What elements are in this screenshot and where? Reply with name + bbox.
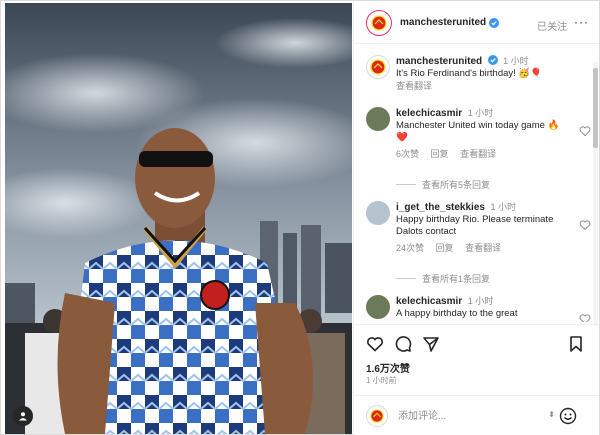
comment-text: Happy birthday Rio. Please terminate Dal… [396, 214, 554, 237]
caption-time: 1 小时 [503, 56, 529, 66]
bookmark-icon[interactable] [567, 335, 585, 353]
caption-username[interactable]: manchesterunited [396, 56, 482, 67]
post-modal: manchesterunited 已关注 ··· manchesterunite… [0, 0, 600, 435]
comment-username[interactable]: kelechicasmir [396, 108, 462, 119]
verified-icon [489, 17, 500, 28]
comment-reply-button[interactable]: 回复 [436, 243, 454, 253]
view-replies-label[interactable]: 查看所有1条回复 [422, 272, 490, 285]
comment-time: 1 小时 [467, 108, 494, 118]
comment-time: 1 小时 [490, 202, 516, 212]
view-replies-label[interactable]: 查看所有5条回复 [422, 178, 490, 191]
commenter-avatar[interactable] [366, 107, 390, 131]
more-options-button[interactable]: ··· [574, 15, 589, 29]
account-avatar[interactable] [366, 9, 392, 36]
heart-icon[interactable] [579, 313, 591, 322]
share-icon[interactable] [422, 335, 440, 353]
caption-translate-link[interactable]: 查看翻译 [396, 81, 432, 91]
comment-time: 1 小时 [467, 296, 494, 306]
comment-reply-button[interactable]: 回复 [431, 149, 449, 159]
caption-avatar[interactable] [366, 55, 390, 79]
comment-translate-link[interactable]: 查看翻译 [460, 149, 496, 159]
comment-likes[interactable]: 6次赞 [396, 149, 419, 159]
comment-username[interactable]: i_get_the_stekkies [396, 202, 485, 213]
post-side-panel: manchesterunited 已关注 ··· manchesterunite… [353, 2, 599, 435]
club-crest-icon [370, 409, 384, 423]
club-crest-icon [370, 59, 386, 75]
club-crest-icon [371, 14, 387, 31]
comments-scrollbar[interactable] [593, 62, 598, 326]
heart-icon[interactable] [579, 219, 591, 231]
post-timestamp: 1 小时前 [366, 376, 397, 385]
user-tag-icon [19, 412, 27, 421]
comment-text: A happy birthday to the great [396, 308, 518, 319]
comment-translate-link[interactable]: 查看翻译 [465, 243, 501, 253]
post-header: manchesterunited 已关注 ··· [354, 2, 599, 44]
following-button[interactable]: 已关注 [537, 18, 567, 33]
current-user-avatar [366, 405, 388, 427]
caption-row: manchesterunited 1 小时 It's Rio Ferdinand… [366, 51, 591, 97]
heart-icon[interactable] [579, 125, 591, 137]
replies-divider [396, 278, 416, 279]
heart-icon[interactable] [366, 335, 384, 353]
tagged-users-button[interactable] [13, 406, 33, 426]
comment-username[interactable]: kelechicasmir [396, 296, 462, 307]
replies-divider [396, 184, 416, 185]
resize-icon: ⬍ [548, 410, 555, 419]
comment-row: kelechicasmir 1 小时 A happy birthday to t… [366, 291, 591, 322]
comment-icon[interactable] [394, 335, 412, 353]
photo-illustration [5, 3, 352, 434]
comment-row: i_get_the_stekkies 1 小时 Happy birthday R… [366, 197, 591, 257]
add-comment-bar: ⬍ [354, 395, 599, 435]
scrollbar-thumb[interactable] [593, 68, 598, 148]
comments-list[interactable]: manchesterunited 1 小时 It's Rio Ferdinand… [354, 45, 599, 322]
comment-row: kelechicasmir 1 小时 Manchester United win… [366, 103, 591, 163]
view-replies-link[interactable]: 查看所有5条回复 [396, 178, 490, 191]
post-actions [354, 324, 599, 362]
view-replies-link[interactable]: 查看所有1条回复 [396, 272, 490, 285]
verified-icon [487, 55, 498, 65]
commenter-avatar[interactable] [366, 201, 390, 225]
comment-input[interactable] [398, 408, 548, 424]
comment-likes[interactable]: 24次赞 [396, 243, 424, 253]
post-photo[interactable] [5, 3, 352, 434]
comment-text: Manchester United win today game 🔥❤️ [396, 120, 560, 143]
commenter-avatar[interactable] [366, 295, 390, 319]
caption-text: It's Rio Ferdinand's birthday! 🥳🎈 [396, 68, 543, 79]
emoji-icon[interactable] [559, 407, 577, 425]
likes-count[interactable]: 1.6万次赞 [366, 360, 410, 375]
account-username[interactable]: manchesterunited [400, 17, 486, 28]
